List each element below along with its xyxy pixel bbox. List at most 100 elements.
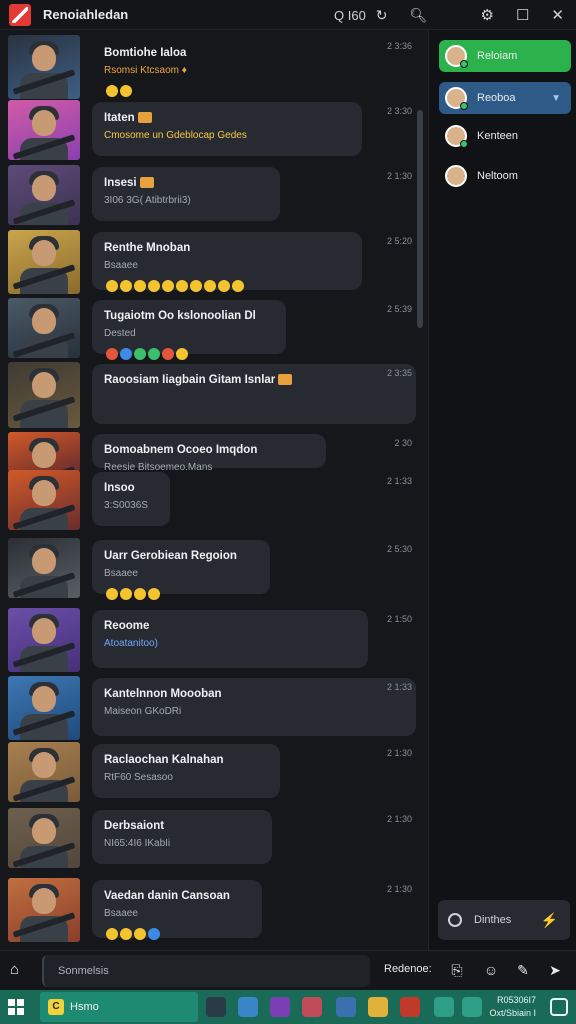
emoji-icon[interactable] xyxy=(148,347,160,360)
message-row[interactable]: Derbsaiont NI65:4I6 IKabIi 2 1:30 xyxy=(8,808,418,868)
message-row[interactable]: Reoome Atoatanitoo) 2 1:50 xyxy=(8,608,418,672)
avatar[interactable] xyxy=(8,608,80,672)
message-bubble[interactable]: Tugaiotm Oo kslonoolian Dl Dested xyxy=(92,300,286,360)
taskbar-app-icon[interactable] xyxy=(368,997,388,1017)
message-row[interactable]: Uarr Gerobiean Regoion Bsaaee 2 5:30 xyxy=(8,538,418,600)
avatar[interactable] xyxy=(8,742,80,802)
emoji-icon[interactable] xyxy=(120,587,132,600)
avatar[interactable] xyxy=(8,230,80,294)
contact-item[interactable]: Neltoom xyxy=(439,160,571,192)
emoji-icon[interactable] xyxy=(204,279,216,292)
message-bubble[interactable]: Raoosiam Iiagbain Gitam Isnlar xyxy=(92,364,416,424)
avatar[interactable] xyxy=(8,362,80,428)
taskbar-app-icon[interactable] xyxy=(336,997,356,1017)
start-button[interactable] xyxy=(8,999,24,1015)
message-bubble[interactable]: Reoome Atoatanitoo) xyxy=(92,610,368,668)
refresh-icon[interactable]: ↻ xyxy=(376,7,388,24)
message-row[interactable]: Tugaiotm Oo kslonoolian Dl Dested 2 5:39 xyxy=(8,298,418,360)
message-input[interactable]: Sonmelsis xyxy=(42,955,370,987)
contact-item[interactable]: Reloiam xyxy=(439,40,571,72)
emoji-icon[interactable] xyxy=(190,279,202,292)
settings-icon[interactable]: ⚙︎ xyxy=(481,6,494,24)
avatar[interactable] xyxy=(8,470,80,530)
message-row[interactable]: Renthe Mnoban Bsaaee 2 5:20 xyxy=(8,230,418,294)
emoji-icon[interactable] xyxy=(120,927,132,940)
message-bubble[interactable]: Derbsaiont NI65:4I6 IKabIi xyxy=(92,810,272,864)
taskbar-app-icon[interactable] xyxy=(302,997,322,1017)
contact-search[interactable]: Dinthes ⚡ xyxy=(438,900,570,940)
taskbar-app-icon[interactable] xyxy=(462,997,482,1017)
emoji-icon[interactable] xyxy=(148,587,160,600)
message-bubble[interactable]: Uarr Gerobiean Regoion Bsaaee xyxy=(92,540,270,600)
message-bubble[interactable]: Vaedan danin Cansoan Bsaaee xyxy=(92,880,262,940)
emoji-icon[interactable] xyxy=(134,347,146,360)
emoji-icon[interactable] xyxy=(106,587,118,600)
emoji-icon[interactable] xyxy=(218,279,230,292)
emoji-icon[interactable] xyxy=(148,279,160,292)
message-bubble[interactable]: Insoo 3:S0036S xyxy=(92,472,170,526)
taskbar-app-icon[interactable] xyxy=(206,997,226,1017)
emoji-icon[interactable] xyxy=(176,347,188,360)
emoji-icon[interactable] xyxy=(232,279,244,292)
emoji-icon[interactable] xyxy=(120,279,132,292)
close-icon[interactable]: ✕ xyxy=(551,6,564,24)
emoji-icon[interactable] xyxy=(134,927,146,940)
notification-icon[interactable] xyxy=(550,998,568,1016)
message-row[interactable]: Insesi 3I06 3G( Atibtrbrii3) 2 1:30 xyxy=(8,165,418,225)
message-row[interactable]: Bomoabnem Ocoeo Imqdon Reesie Bitsoemeo.M… xyxy=(8,432,418,473)
composer-action-label[interactable]: Redenoe: xyxy=(384,963,432,975)
avatar[interactable] xyxy=(8,432,80,472)
emoji-icon[interactable] xyxy=(134,587,146,600)
emoji-icon[interactable] xyxy=(106,927,118,940)
emoji-icon[interactable] xyxy=(106,347,118,360)
message-bubble[interactable]: Itaten Cmosome un Gdeblocap Gedes xyxy=(92,102,362,156)
emoji-icon[interactable] xyxy=(134,279,146,292)
maximize-icon[interactable]: ☐ xyxy=(516,6,529,24)
message-row[interactable]: Kantelnnon Moooban Maiseon GKoDRi 2 1:33 xyxy=(8,676,418,740)
emoji-icon[interactable] xyxy=(106,84,118,97)
emoji-icon[interactable] xyxy=(176,279,188,292)
avatar[interactable] xyxy=(8,538,80,598)
message-row[interactable]: Itaten Cmosome un Gdeblocap Gedes 2 3:30 xyxy=(8,100,418,160)
avatar[interactable] xyxy=(8,878,80,942)
emoji-icon[interactable] xyxy=(120,347,132,360)
avatar[interactable] xyxy=(8,298,80,358)
taskbar-app-icon[interactable] xyxy=(270,997,290,1017)
message-bubble[interactable]: Renthe Mnoban Bsaaee xyxy=(92,232,362,292)
avatar[interactable] xyxy=(8,35,80,99)
avatar[interactable] xyxy=(8,165,80,225)
search-icon[interactable]: 🔍︎ xyxy=(410,7,428,24)
message-bubble[interactable]: Bomtiohe Ialoa Rsomsi Ktcsaom ♦ xyxy=(92,37,199,97)
message-bubble[interactable]: Bomoabnem Ocoeo Imqdon Reesie Bitsoemeo.M… xyxy=(92,434,326,473)
home-icon[interactable]: ⌂ xyxy=(10,961,26,978)
emoji-icon[interactable] xyxy=(120,84,132,97)
edit-icon[interactable]: ✎ xyxy=(514,961,532,979)
taskbar-app-icon[interactable] xyxy=(400,997,420,1017)
message-row[interactable]: Raclaochan Kalnahan RtF60 Sesasoo 2 1:30 xyxy=(8,742,418,802)
emoji-icon[interactable] xyxy=(162,347,174,360)
avatar[interactable] xyxy=(8,808,80,868)
lightning-icon[interactable]: ⚡ xyxy=(541,912,558,929)
message-bubble[interactable]: Raclaochan Kalnahan RtF60 Sesasoo xyxy=(92,744,280,798)
message-list[interactable]: Bomtiohe Ialoa Rsomsi Ktcsaom ♦ 2 3:36 Itat… xyxy=(0,30,428,950)
avatar[interactable] xyxy=(8,676,80,740)
message-row[interactable]: Insoo 3:S0036S 2 1:33 xyxy=(8,470,418,530)
message-bubble[interactable]: Insesi 3I06 3G( Atibtrbrii3) xyxy=(92,167,280,221)
taskbar-app-icon[interactable] xyxy=(238,997,258,1017)
message-row[interactable]: Bomtiohe Ialoa Rsomsi Ktcsaom ♦ 2 3:36 xyxy=(8,35,418,99)
emoji-icon[interactable]: ☺ xyxy=(482,961,500,979)
contact-item[interactable]: Reoboa ▼ xyxy=(439,82,571,114)
taskbar-app-icon[interactable] xyxy=(434,997,454,1017)
taskbar-clock[interactable]: R05306I7 Oxt/Sbiain I xyxy=(489,994,536,1020)
emoji-icon[interactable] xyxy=(148,927,160,940)
chevron-down-icon[interactable]: ▼ xyxy=(551,93,561,104)
contact-item[interactable]: Kenteen xyxy=(439,120,571,152)
message-bubble[interactable]: Kantelnnon Moooban Maiseon GKoDRi xyxy=(92,678,416,736)
attach-icon[interactable]: ⎘ xyxy=(448,961,466,979)
avatar[interactable] xyxy=(8,100,80,160)
search-label[interactable]: Q I60 xyxy=(334,8,366,23)
emoji-icon[interactable] xyxy=(106,279,118,292)
message-row[interactable]: Raoosiam Iiagbain Gitam Isnlar 2 3:35 xyxy=(8,362,418,428)
message-row[interactable]: Vaedan danin Cansoan Bsaaee 2 1:30 xyxy=(8,878,418,942)
taskbar-search[interactable]: C Hsmo xyxy=(40,992,198,1022)
